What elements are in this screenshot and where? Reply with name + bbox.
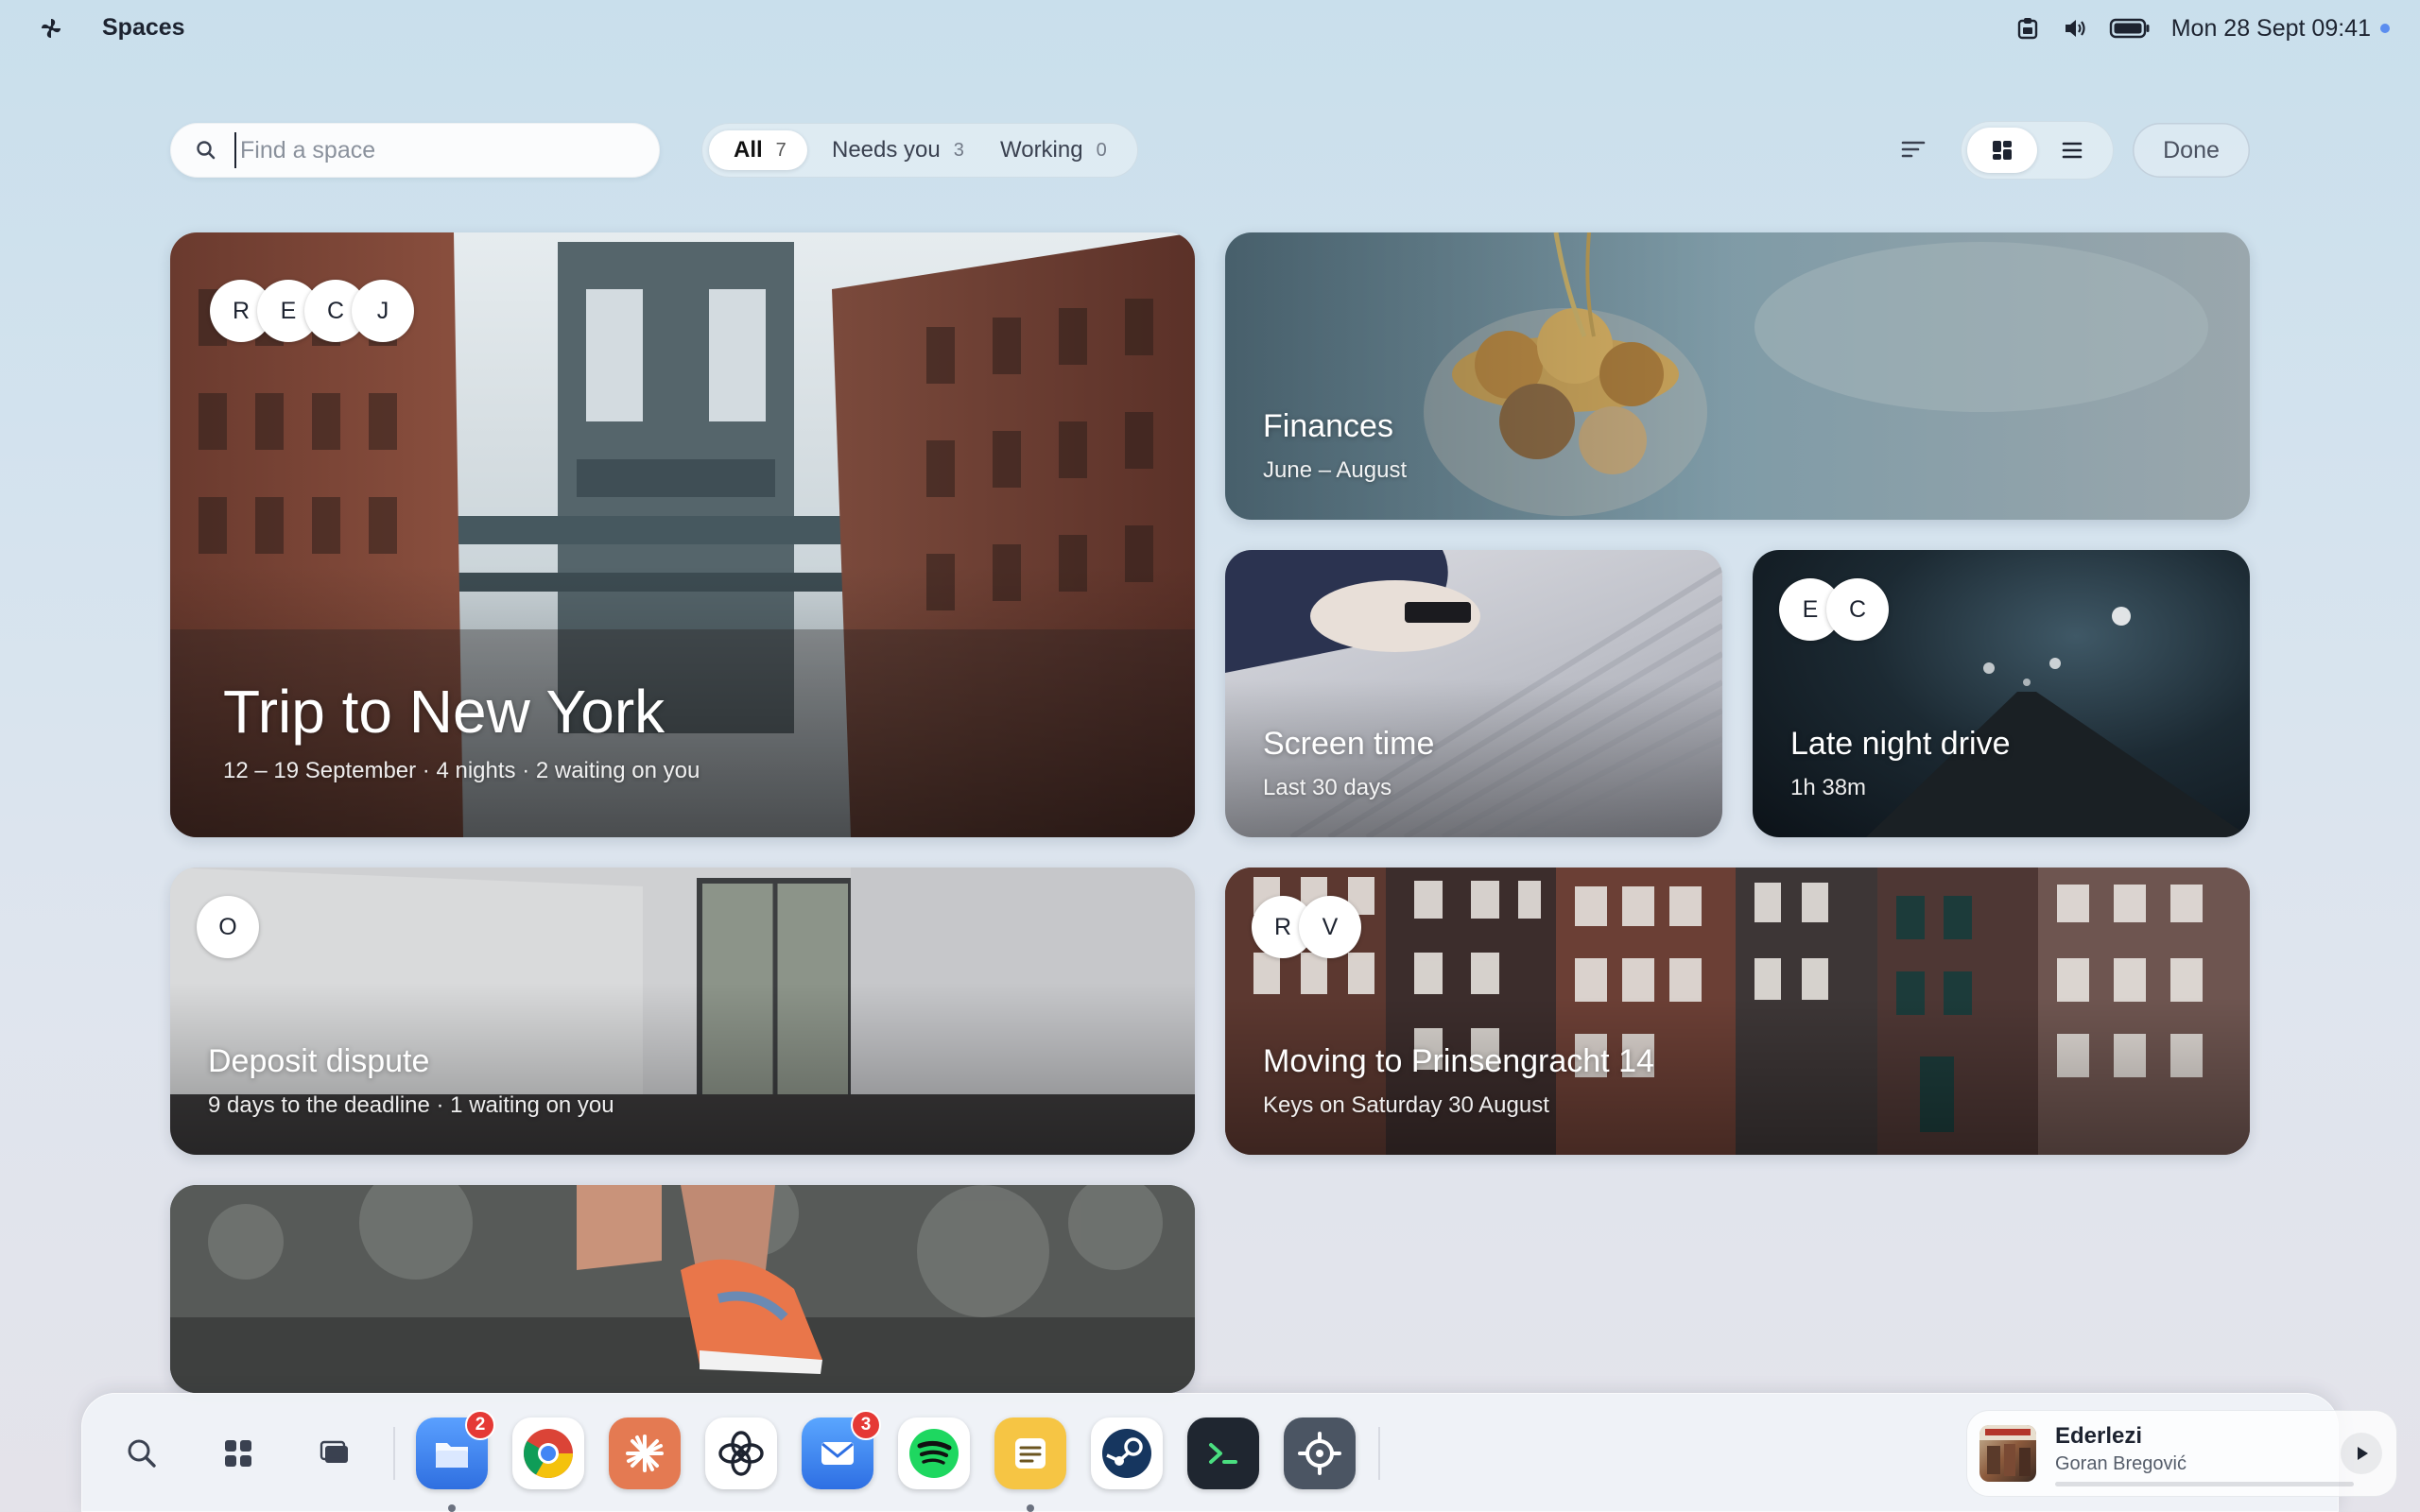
space-card-screen-time[interactable]: Screen time Last 30 days: [1225, 550, 1722, 837]
card-subtitle: 1h 38m: [1790, 775, 1867, 800]
play-button[interactable]: [2341, 1433, 2382, 1474]
running-indicator: [448, 1504, 456, 1512]
notification-badge: 3: [851, 1410, 881, 1440]
dock-app-chrome[interactable]: [512, 1418, 584, 1489]
dock-separator: [1378, 1427, 1380, 1480]
card-title: Trip to New York: [223, 678, 666, 746]
avatar[interactable]: O: [197, 896, 259, 958]
dock: 2 3 Ederlezi Goran Bregović: [81, 1393, 2397, 1512]
dock-app-chatgpt[interactable]: [705, 1418, 777, 1489]
card-title: Finances: [1263, 408, 1393, 444]
dock-app-terminal[interactable]: [1187, 1418, 1259, 1489]
play-icon: [2358, 1447, 2368, 1460]
search-icon: [197, 141, 216, 160]
filter-needs-you[interactable]: Needs you 3: [821, 130, 976, 170]
system-tray: Mon 28 Sept 09:41: [2014, 11, 2390, 45]
filter-count: 3: [953, 139, 964, 161]
claude-icon: [609, 1418, 681, 1489]
dock-app-settings[interactable]: [1284, 1418, 1356, 1489]
avatar[interactable]: J: [352, 280, 414, 342]
track-title: Ederlezi: [2055, 1423, 2143, 1449]
spotify-icon: [898, 1418, 970, 1489]
card-title: Late night drive: [1790, 726, 2011, 762]
search-bar[interactable]: [170, 123, 660, 178]
list-view-button[interactable]: [2037, 128, 2107, 173]
dock-app-claude[interactable]: [609, 1418, 681, 1489]
notification-badge: 2: [465, 1410, 495, 1440]
clock[interactable]: Mon 28 Sept 09:41: [2171, 15, 2371, 43]
apps-grid-icon[interactable]: [219, 1435, 257, 1472]
filter-all[interactable]: All 7: [709, 130, 807, 170]
spiral-logo-icon[interactable]: [38, 15, 64, 42]
card-subtitle: 12 – 19 September · 4 nights · 2 waiting…: [223, 758, 700, 783]
search-icon[interactable]: [123, 1435, 161, 1472]
windows-icon[interactable]: [316, 1435, 354, 1472]
app-name[interactable]: Spaces: [102, 14, 185, 42]
track-artist: Goran Bregović: [2055, 1453, 2187, 1474]
album-art: [1979, 1425, 2036, 1482]
battery-icon[interactable]: [2109, 15, 2151, 42]
space-card-finances[interactable]: Finances June – August: [1225, 232, 2250, 520]
settings-icon: [1284, 1418, 1356, 1489]
notes-icon: [994, 1418, 1066, 1489]
playback-progress[interactable]: [2055, 1482, 2354, 1486]
filter-label: All: [734, 137, 763, 163]
dock-app-files[interactable]: 2: [416, 1410, 495, 1512]
running-indicator: [1027, 1504, 1034, 1512]
menu-bar: Spaces Mon 28 Sept 09:41: [0, 0, 2420, 57]
filter-segmented-control: All 7 Needs you 3 Working 0: [701, 123, 1138, 178]
avatar-group: R E C J: [210, 280, 414, 342]
dock-app-spotify[interactable]: [898, 1418, 970, 1489]
space-card-trip-to-new-york[interactable]: R E C J Trip to New York 12 – 19 Septemb…: [170, 232, 1195, 837]
done-button[interactable]: Done: [2133, 123, 2250, 178]
search-input[interactable]: [234, 132, 631, 168]
card-subtitle: Last 30 days: [1263, 775, 1392, 800]
dock-separator: [393, 1427, 395, 1480]
space-card-deposit-dispute[interactable]: O Deposit dispute 9 days to the deadline…: [170, 868, 1195, 1155]
filter-working[interactable]: Working 0: [987, 130, 1129, 170]
filter-count: 7: [775, 139, 786, 161]
dock-app-mail[interactable]: 3: [802, 1410, 881, 1489]
filter-label: Needs you: [832, 137, 941, 163]
card-subtitle: Keys on Saturday 30 August: [1263, 1092, 1549, 1118]
space-card-late-night-drive[interactable]: E C Late night drive 1h 38m: [1753, 550, 2250, 837]
avatar[interactable]: C: [1826, 578, 1889, 641]
volume-icon[interactable]: [2062, 15, 2088, 42]
terminal-icon: [1187, 1418, 1259, 1489]
avatar-group: O: [197, 896, 259, 958]
view-toggle: [1961, 121, 2114, 180]
dock-app-notes[interactable]: [994, 1418, 1066, 1512]
avatar[interactable]: V: [1299, 896, 1361, 958]
notification-dot: [2380, 24, 2390, 33]
chrome-icon: [512, 1418, 584, 1489]
space-card-running[interactable]: [170, 1185, 1195, 1393]
grid-view-button[interactable]: [1967, 128, 2037, 173]
card-title: Moving to Prinsengracht 14: [1263, 1043, 1654, 1079]
space-card-moving-to-prinsengracht-14[interactable]: R V Moving to Prinsengracht 14 Keys on S…: [1225, 868, 2250, 1155]
filter-count: 0: [1096, 139, 1107, 161]
card-title: Deposit dispute: [208, 1043, 430, 1079]
dock-app-steam[interactable]: [1091, 1418, 1163, 1489]
list-view-icon: [2062, 142, 2083, 159]
card-image: [170, 1185, 1195, 1393]
card-subtitle: 9 days to the deadline · 1 waiting on yo…: [208, 1092, 614, 1118]
card-title: Screen time: [1263, 726, 1435, 762]
avatar-group: R V: [1252, 896, 1361, 958]
filter-label: Working: [1000, 137, 1083, 163]
avatar-group: E C: [1779, 578, 1889, 641]
now-playing-widget[interactable]: Ederlezi Goran Bregović: [1966, 1410, 2397, 1497]
grid-view-icon: [1993, 141, 2012, 160]
sort-icon[interactable]: [1898, 134, 1928, 164]
steam-icon: [1091, 1418, 1163, 1489]
card-subtitle: June – August: [1263, 457, 1408, 483]
chatgpt-icon: [705, 1418, 777, 1489]
clipboard-icon[interactable]: [2014, 15, 2041, 42]
